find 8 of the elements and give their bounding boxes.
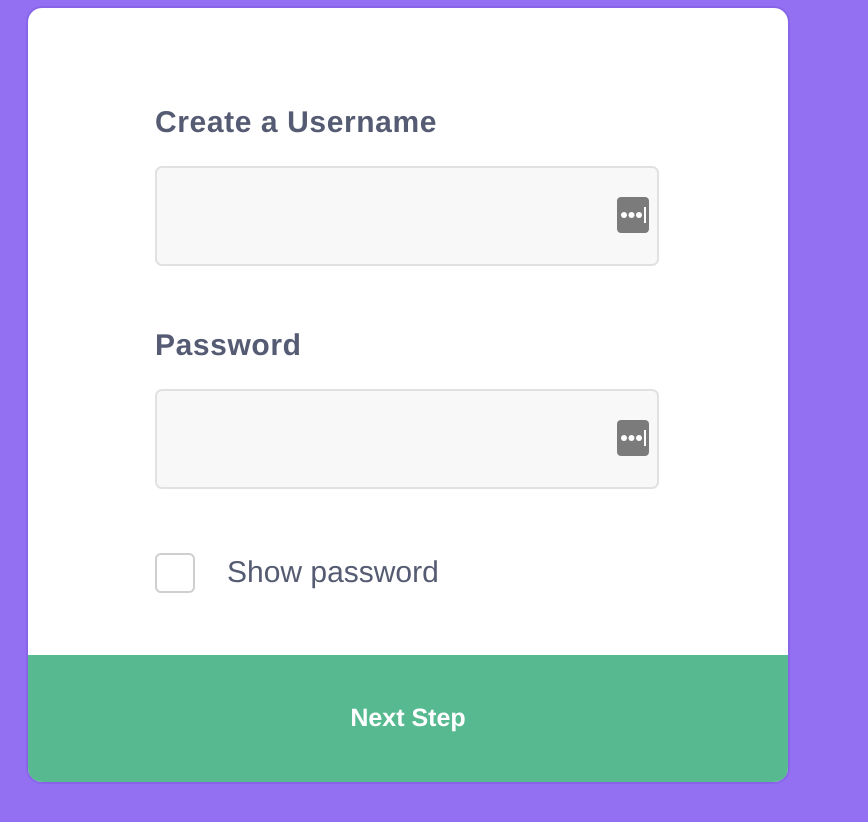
field-label: Create a Username: [155, 106, 438, 140]
checkbox-label[interactable]: Show password: [227, 556, 439, 590]
username-field[interactable]: [155, 166, 659, 266]
field-label: Password: [155, 329, 302, 363]
show-password-checkbox[interactable]: [155, 553, 195, 593]
dots-icon[interactable]: [617, 197, 649, 233]
dots-icon[interactable]: [617, 420, 649, 456]
password-field[interactable]: [155, 389, 659, 489]
